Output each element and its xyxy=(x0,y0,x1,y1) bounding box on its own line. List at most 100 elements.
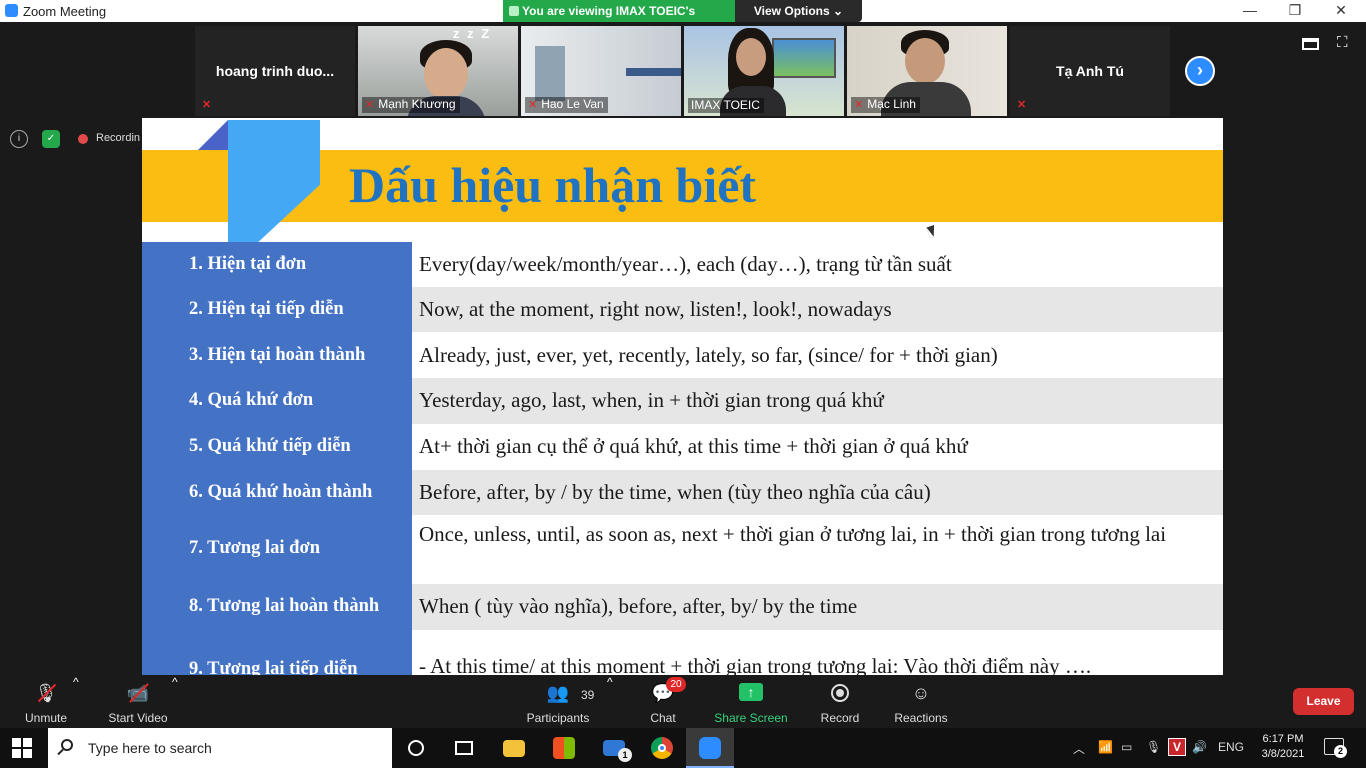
participant-strip: hoang trinh duo... ✕ z z Z ✕ Mạnh Khương … xyxy=(0,22,1366,118)
participant-video-tile[interactable]: z z Z ✕ Mạnh Khương xyxy=(358,26,518,116)
participant-name: Tạ Anh Tú xyxy=(1056,63,1124,79)
signs-cell: Once, unless, until, as soon as, next + … xyxy=(419,522,1167,546)
smiley-plus-icon: ☺ xyxy=(911,683,931,703)
share-screen-label: Share Screen xyxy=(714,711,788,725)
zoom-taskbar-app[interactable] xyxy=(686,728,734,768)
task-view-icon xyxy=(455,741,473,755)
window-title: Zoom Meeting xyxy=(23,4,107,19)
participant-video-tile[interactable]: ✕ Mạc Linh xyxy=(847,26,1007,116)
chat-label: Chat xyxy=(650,711,676,725)
signs-cell: - At this time/ at this moment + thời gi… xyxy=(419,654,1092,675)
clock-time: 6:17 PM xyxy=(1262,733,1304,745)
audio-options-caret[interactable]: ^ xyxy=(73,675,79,728)
slide-decoration-ribbon xyxy=(228,120,320,242)
mic-muted-icon: ✕ xyxy=(1017,99,1027,111)
signs-cell: Already, just, ever, yet, recently, late… xyxy=(419,343,998,367)
restore-button[interactable]: ❐ xyxy=(1272,0,1318,22)
participant-video-tile-active-speaker[interactable]: IMAX TOEIC xyxy=(684,26,844,116)
wifi-icon[interactable]: 📶 xyxy=(1098,740,1113,754)
encryption-shield-icon[interactable]: ✓ xyxy=(42,130,60,148)
video-figure-face xyxy=(736,38,766,76)
tense-label: 2. Hiện tại tiếp diễn xyxy=(189,299,344,319)
chat-button[interactable]: 💬 20 Chat xyxy=(638,675,688,728)
sleep-icon: z z Z xyxy=(453,26,492,41)
gallery-view-icon[interactable] xyxy=(1302,38,1319,50)
share-screen-button[interactable]: ↑ Share Screen xyxy=(712,675,790,728)
shared-screen-slide: Dấu hiệu nhận biết Every(day/week/month/… xyxy=(142,118,1223,675)
unmute-button[interactable]: 🎙 Unmute xyxy=(16,675,76,728)
tense-label: 8. Tương lai hoàn thành xyxy=(189,596,380,616)
participants-count: 39 xyxy=(581,688,595,702)
table-row: Every(day/week/month/year…), each (day…)… xyxy=(142,242,1223,287)
tray-expand-icon[interactable]: ︿ xyxy=(1073,740,1085,757)
chevron-down-icon: ⌄ xyxy=(833,4,844,18)
reactions-button[interactable]: ☺ Reactions xyxy=(890,675,952,728)
video-camera-off-icon: 📹 xyxy=(125,682,151,704)
zoom-icon xyxy=(699,737,721,759)
minimize-button[interactable]: — xyxy=(1227,0,1273,22)
store-taskbar-app[interactable] xyxy=(540,728,588,768)
leave-meeting-button[interactable]: Leave xyxy=(1293,688,1354,715)
cortana-button[interactable] xyxy=(392,728,440,768)
meeting-controls-bar: 🎙 Unmute ^ 📹 Start Video ^ 👥39 Participa… xyxy=(0,675,1366,728)
share-screen-arrow-icon: ↑ xyxy=(739,683,763,701)
recording-label: Recordin xyxy=(96,132,141,144)
windows-taskbar: Type here to search 1 ︿ 📶 ▭ 🎙 V 🔊 ENG 6:… xyxy=(0,728,1366,768)
table-row: Already, just, ever, yet, recently, late… xyxy=(142,332,1223,378)
fullscreen-icon[interactable]: ⛶ xyxy=(1337,34,1348,51)
mic-muted-icon: ✕ xyxy=(202,99,212,111)
video-options-caret[interactable]: ^ xyxy=(172,675,178,728)
participant-label: ✕ Mạnh Khương xyxy=(362,97,460,113)
mail-taskbar-app[interactable]: 1 xyxy=(590,728,638,768)
signs-cell: At+ thời gian cụ thể ở quá khứ, at this … xyxy=(419,434,968,458)
table-row: At+ thời gian cụ thể ở quá khứ, at this … xyxy=(142,424,1223,470)
battery-icon[interactable]: ▭ xyxy=(1121,740,1132,754)
microphone-tray-icon[interactable]: 🎙 xyxy=(1146,740,1161,754)
chevron-right-icon: › xyxy=(1197,60,1203,80)
video-room-shelf xyxy=(626,68,681,76)
participant-label: ✕ Hao Le Van xyxy=(525,97,608,113)
vivaldi-tray-icon[interactable]: V xyxy=(1168,738,1186,756)
chat-unread-badge: 20 xyxy=(666,677,686,692)
reactions-label: Reactions xyxy=(894,711,948,725)
signs-cell: Now, at the moment, right now, listen!, … xyxy=(412,287,1223,332)
close-button[interactable]: ✕ xyxy=(1318,0,1364,22)
taskbar-clock[interactable]: 6:17 PM 3/8/2021 xyxy=(1256,732,1310,762)
participant-tile[interactable]: Tạ Anh Tú ✕ xyxy=(1010,26,1170,116)
video-figure-face xyxy=(905,38,945,84)
mic-muted-icon: ✕ xyxy=(854,99,864,111)
next-page-button[interactable]: › xyxy=(1185,56,1215,86)
task-view-button[interactable] xyxy=(440,728,488,768)
tense-label: 6. Quá khứ hoàn thành xyxy=(189,482,373,502)
video-figure-face xyxy=(424,48,468,100)
tense-label: 7. Tương lai đơn xyxy=(189,538,320,558)
signs-cell: Before, after, by / by the time, when (t… xyxy=(412,470,1223,515)
participants-button[interactable]: 👥 39 Participants xyxy=(523,675,595,728)
taskbar-search-box[interactable]: Type here to search xyxy=(48,728,392,768)
slide-decoration-triangle xyxy=(198,120,228,150)
meeting-info-icon[interactable]: i xyxy=(10,130,28,148)
participant-name: hoang trinh duo... xyxy=(215,63,335,79)
view-options-button[interactable]: View Options ⌄ xyxy=(735,0,862,22)
language-indicator[interactable]: ENG xyxy=(1218,740,1244,754)
start-video-label: Start Video xyxy=(108,711,168,725)
windows-start-icon[interactable] xyxy=(12,738,32,758)
notification-center-icon[interactable]: 2 xyxy=(1324,738,1347,758)
video-room-door xyxy=(535,46,565,101)
volume-icon[interactable]: 🔊 xyxy=(1192,740,1207,754)
participants-options-caret[interactable]: ^ xyxy=(607,675,613,728)
record-circle-icon xyxy=(827,682,853,704)
folder-icon xyxy=(503,740,525,757)
table-row: Before, after, by / by the time, when (t… xyxy=(142,470,1223,515)
participant-video-tile[interactable]: ✕ Hao Le Van xyxy=(521,26,681,116)
participant-label: IMAX TOEIC xyxy=(688,98,764,113)
viewing-screen-banner: You are viewing IMAX TOEIC's screen xyxy=(503,0,735,40)
participant-tile[interactable]: hoang trinh duo... ✕ xyxy=(195,26,355,116)
table-row: - At this time/ at this moment + thời gi… xyxy=(142,630,1223,675)
record-button[interactable]: Record xyxy=(814,675,866,728)
chrome-taskbar-app[interactable] xyxy=(638,728,686,768)
start-video-button[interactable]: 📹 Start Video xyxy=(103,675,173,728)
tense-label: 4. Quá khứ đơn xyxy=(189,390,314,410)
chrome-icon-center xyxy=(658,744,666,752)
file-explorer-taskbar-app[interactable] xyxy=(490,728,538,768)
